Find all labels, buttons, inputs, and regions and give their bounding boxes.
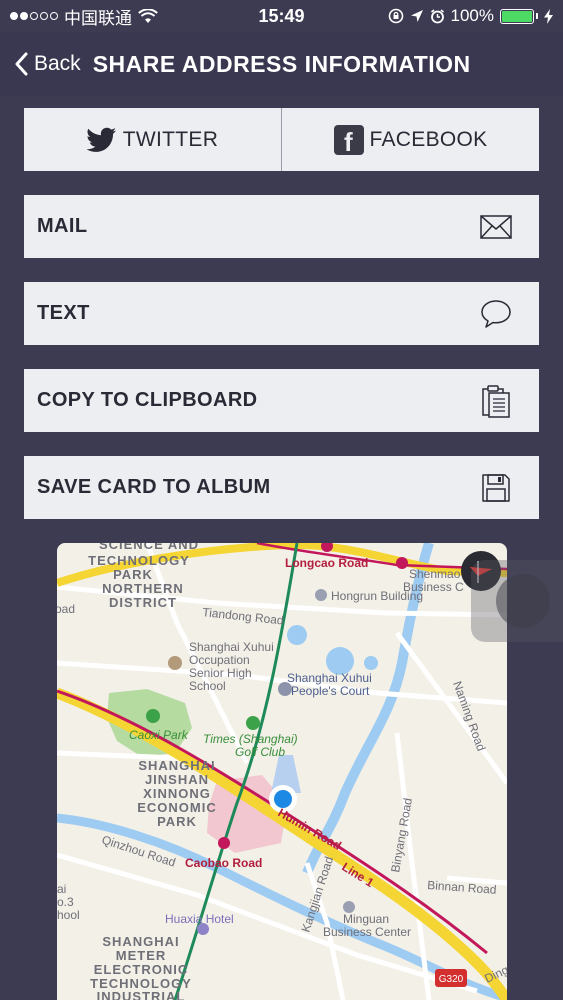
- map-label: XINNONG: [143, 786, 211, 801]
- map-label: Longcao Road: [285, 556, 368, 570]
- pond: [364, 656, 378, 670]
- clipboard-label: COPY TO CLIPBOARD: [37, 389, 258, 411]
- carrier-name: 中国联通: [64, 8, 132, 28]
- save-card-to-album-button[interactable]: SAVE CARD TO ALBUM: [24, 456, 539, 519]
- location-map[interactable]: G320 SCIENCE AND TECHNOLOGY PARK NORTHER…: [57, 543, 507, 1000]
- map-label: hool: [57, 908, 80, 922]
- map-label: SHANGHAI: [138, 758, 215, 773]
- map-label: oad: [57, 602, 75, 616]
- park-icon: [146, 709, 160, 723]
- back-button[interactable]: Back: [14, 52, 81, 76]
- save-card-label: SAVE CARD TO ALBUM: [37, 476, 271, 498]
- status-left: 中国联通: [10, 4, 158, 29]
- map-label: PARK: [157, 814, 197, 829]
- map-label: School: [189, 679, 226, 693]
- text-message-button[interactable]: TEXT: [24, 282, 539, 345]
- rotation-lock-icon: [388, 8, 403, 24]
- back-label: Back: [34, 52, 81, 75]
- social-share-row: TWITTER f FACEBOOK: [24, 108, 539, 171]
- map-label: SCIENCE AND: [99, 543, 199, 552]
- mail-label: MAIL: [37, 215, 88, 237]
- pond: [287, 625, 307, 645]
- map-label: TECHNOLOGY: [88, 553, 190, 568]
- map-label: ECONOMIC: [137, 800, 217, 815]
- map-label: INDUSTRIAL: [97, 989, 186, 1000]
- status-right: 100%: [388, 6, 553, 26]
- map-label: DISTRICT: [109, 595, 177, 610]
- map-label: ai: [57, 882, 66, 896]
- map-label: Huaxia Hotel: [165, 912, 234, 926]
- building-icon: [315, 589, 327, 601]
- battery-percent: 100%: [450, 6, 494, 25]
- map-label: Times (Shanghai): [203, 732, 298, 746]
- map-label: METER: [116, 948, 167, 963]
- school-icon: [168, 656, 182, 670]
- metro-station-icon: [396, 557, 408, 569]
- map-label: Business Center: [323, 925, 411, 939]
- metro-station-icon: [218, 837, 230, 849]
- floppy-disk-icon: [479, 471, 513, 505]
- alarm-icon: [430, 8, 444, 23]
- map-label: Shenmao: [409, 567, 461, 581]
- map-label: Minguan: [343, 912, 389, 926]
- twitter-label: TWITTER: [122, 127, 219, 151]
- status-bar: 中国联通 15:49 100%: [0, 0, 563, 32]
- text-label: TEXT: [37, 302, 90, 324]
- page-title: SHARE ADDRESS INFORMATION: [92, 50, 471, 77]
- speech-bubble-icon: [479, 297, 513, 331]
- map-label: Caoxi Park: [129, 728, 189, 742]
- assistive-touch-knob: [496, 574, 550, 628]
- navigation-bar: Back SHARE ADDRESS INFORMATION: [0, 32, 563, 96]
- map-label: PARK: [113, 567, 153, 582]
- twitter-button[interactable]: TWITTER: [24, 108, 281, 171]
- map-label: Golf Club: [235, 745, 285, 759]
- map-label: Senior High: [189, 666, 252, 680]
- g320-label: G320: [439, 974, 464, 985]
- map-label: Occupation: [189, 653, 250, 667]
- golf-icon: [246, 716, 260, 730]
- map-label: Shanghai Xuhui: [189, 640, 274, 654]
- envelope-icon: [479, 210, 513, 244]
- twitter-bird-icon: [86, 127, 116, 152]
- map-label: ELECTRONIC: [94, 962, 189, 977]
- chevron-left-icon: [15, 52, 28, 76]
- copy-to-clipboard-button[interactable]: COPY TO CLIPBOARD: [24, 369, 539, 432]
- map-label: Caobao Road: [185, 856, 262, 870]
- clipboard-icon: [479, 384, 513, 418]
- map-label: People's Court: [291, 684, 370, 698]
- signal-strength-icon: [10, 12, 58, 20]
- map-label: o.3: [57, 895, 74, 909]
- map-label: SHANGHAI: [102, 934, 179, 949]
- facebook-icon: f: [333, 124, 364, 155]
- map-label: Business C: [403, 580, 464, 594]
- location-arrow-icon: [410, 10, 423, 22]
- battery-icon: [500, 8, 538, 24]
- map-label: Shanghai Xuhui: [287, 671, 372, 685]
- g320-shield: G320: [435, 969, 467, 987]
- wifi-icon: [138, 8, 158, 23]
- map-label: JINSHAN: [145, 772, 209, 787]
- map-label: NORTHERN: [102, 581, 184, 596]
- charging-bolt-icon: [544, 8, 553, 24]
- facebook-button[interactable]: f FACEBOOK: [281, 108, 539, 171]
- facebook-label: FACEBOOK: [369, 127, 488, 151]
- mail-button[interactable]: MAIL: [24, 195, 539, 258]
